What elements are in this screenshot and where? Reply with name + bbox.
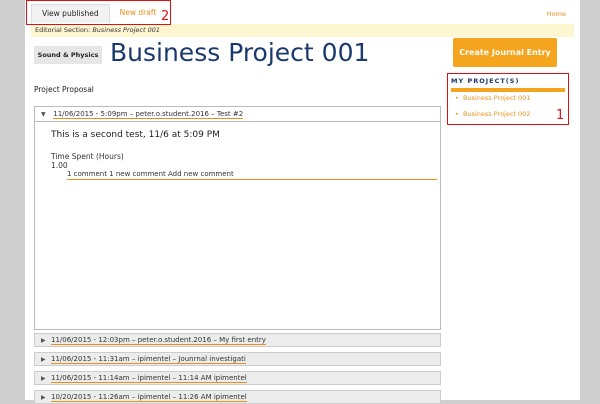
time-spent-value: 1.00 bbox=[51, 161, 68, 170]
annotation-number-2: 2 bbox=[161, 9, 170, 24]
entry-title[interactable]: 11/06/2015 - 12:03pm – peter.o.student.2… bbox=[51, 336, 266, 345]
entry-body: This is a second test, 11/6 at 5:09 PM T… bbox=[35, 122, 440, 188]
caret-right-icon: ▶ bbox=[41, 356, 46, 363]
entry-header[interactable]: ▼ 11/06/2015 - 5:09pm – peter.o.student.… bbox=[35, 107, 440, 122]
home-link[interactable]: Home bbox=[547, 10, 566, 18]
entry-title[interactable]: 10/20/2015 - 11:26am – ipimentel – 11:26… bbox=[51, 393, 247, 402]
section-badge[interactable]: Sound & Physics bbox=[34, 46, 102, 64]
page-title: Business Project 001 bbox=[110, 38, 370, 67]
annotation-box-2 bbox=[26, 0, 171, 25]
page: View published New draft Home Editorial … bbox=[25, 0, 580, 404]
journal-entry-collapsed[interactable]: ▶ 10/20/2015 - 11:26am – ipimentel – 11:2… bbox=[34, 390, 441, 404]
caret-right-icon: ▶ bbox=[41, 337, 46, 344]
caret-right-icon: ▶ bbox=[41, 394, 46, 401]
caret-right-icon: ▶ bbox=[41, 375, 46, 382]
caret-down-icon: ▼ bbox=[41, 111, 46, 118]
time-spent-label: Time Spent (Hours) bbox=[51, 152, 124, 161]
journal-entry-collapsed[interactable]: ▶ 11/06/2015 - 11:31am – ipimentel – Joun… bbox=[34, 352, 441, 366]
create-journal-entry-button[interactable]: Create Journal Entry bbox=[453, 38, 557, 67]
entry-title[interactable]: 11/06/2015 - 11:31am – ipimentel – Jounr… bbox=[51, 355, 246, 364]
editorial-name: Business Project 001 bbox=[92, 26, 161, 34]
journal-entry-collapsed[interactable]: ▶ 11/06/2015 - 12:03pm – peter.o.student.… bbox=[34, 333, 441, 347]
annotation-number-1: 1 bbox=[556, 108, 565, 123]
expanded-journal-entry: ▼ 11/06/2015 - 5:09pm – peter.o.student.… bbox=[34, 106, 441, 330]
comment-links[interactable]: 1 comment 1 new comment Add new comment bbox=[67, 170, 437, 180]
annotation-box-1 bbox=[447, 73, 569, 125]
entry-body-text: This is a second test, 11/6 at 5:09 PM bbox=[51, 130, 220, 140]
editorial-prefix: Editorial Section: bbox=[35, 26, 91, 34]
entry-title[interactable]: 11/06/2015 - 11:14am – ipimentel – 11:14… bbox=[51, 374, 247, 383]
journal-entry-collapsed[interactable]: ▶ 11/06/2015 - 11:14am – ipimentel – 11:1… bbox=[34, 371, 441, 385]
entry-header-text[interactable]: 11/06/2015 - 5:09pm – peter.o.student.20… bbox=[53, 110, 244, 119]
editorial-section-bar: Editorial Section: Business Project 001 bbox=[31, 24, 574, 37]
project-proposal-label: Project Proposal bbox=[34, 85, 94, 94]
